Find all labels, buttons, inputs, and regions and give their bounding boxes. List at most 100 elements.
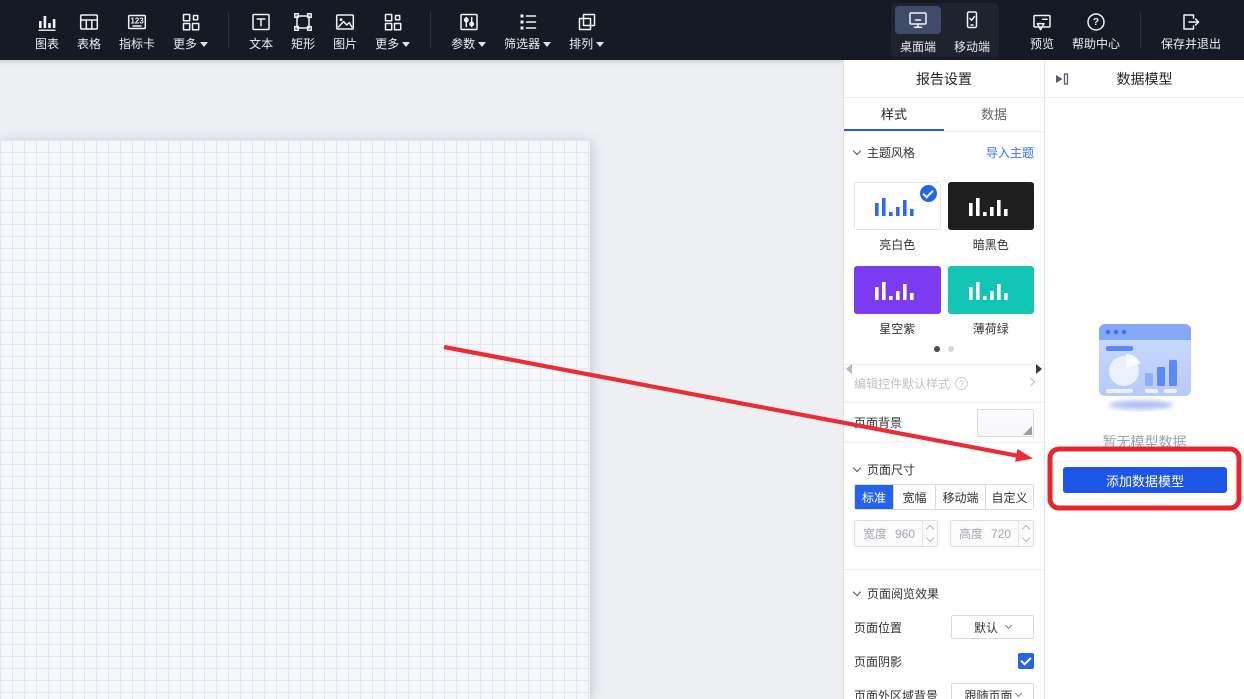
chevron-right-icon xyxy=(1027,378,1035,386)
image-icon xyxy=(334,11,356,33)
page-shadow-label: 页面阴影 xyxy=(854,653,902,670)
segment-wide[interactable]: 宽幅 xyxy=(893,485,935,509)
theme-name: 亮白色 xyxy=(854,236,941,253)
help-icon: ? xyxy=(1085,11,1107,33)
dropdown-caret-icon xyxy=(596,42,604,47)
stepper-down-icon[interactable] xyxy=(923,534,937,547)
app-root: 图表 表格 123 指标卡 更多 xyxy=(0,0,1244,699)
device-toggle-label: 桌面端 xyxy=(900,38,936,55)
parameter-icon xyxy=(458,11,480,33)
width-value: 960 xyxy=(895,527,922,541)
tab-data[interactable]: 数据 xyxy=(944,98,1044,131)
empty-model-illustration xyxy=(1095,318,1195,412)
width-stepper[interactable] xyxy=(922,521,937,546)
page-background-row: 页面背景 xyxy=(844,403,1044,443)
view-effect-section-header[interactable]: 页面阅览效果 xyxy=(854,583,1034,603)
theme-card-mint-green[interactable] xyxy=(948,266,1035,314)
bar-chart-icon xyxy=(36,11,58,33)
number-card-icon: 123 xyxy=(126,11,148,33)
desktop-icon xyxy=(895,6,941,34)
rectangle-icon xyxy=(292,11,314,33)
page-size-section-header[interactable]: 页面尺寸 xyxy=(854,459,1034,479)
toolbar-item-chart[interactable]: 图表 xyxy=(26,11,68,50)
add-data-model-button[interactable]: 添加数据模型 xyxy=(1063,467,1227,493)
arrange-icon xyxy=(576,11,598,33)
carousel-next-icon[interactable] xyxy=(1036,364,1042,374)
toolbar-item-arrange[interactable]: 排列 xyxy=(560,11,613,50)
edit-widget-default-style-label: 编辑控件默认样式 xyxy=(854,375,950,392)
toolbar-item-parameter[interactable]: 参数 xyxy=(442,11,495,50)
theme-card-bright-white[interactable] xyxy=(854,182,941,230)
outer-area-bg-label: 页面外区域背景 xyxy=(854,687,938,699)
toolbar-item-label: 排列 xyxy=(569,38,593,50)
import-theme-link[interactable]: 导入主题 xyxy=(986,144,1034,161)
toolbar-item-label: 筛选器 xyxy=(504,38,540,50)
toolbar-item-label: 保存并退出 xyxy=(1161,38,1221,50)
device-toggle-desktop[interactable]: 桌面端 xyxy=(891,3,945,57)
chevron-down-icon xyxy=(1014,690,1021,697)
svg-text:123: 123 xyxy=(130,16,144,25)
stepper-down-icon[interactable] xyxy=(1019,534,1033,547)
page-height-input[interactable]: 高度 720 xyxy=(950,520,1034,547)
segment-standard[interactable]: 标准 xyxy=(855,485,893,509)
toolbar-item-label: 图表 xyxy=(35,38,59,50)
page-size-segment: 标准 宽幅 移动端 自定义 xyxy=(854,484,1034,510)
page-shadow-checkbox[interactable] xyxy=(1018,653,1034,669)
text-icon xyxy=(250,11,272,33)
theme-section-header[interactable]: 主题风格 导入主题 xyxy=(854,142,1034,162)
chevron-down-icon xyxy=(853,463,861,471)
segment-custom[interactable]: 自定义 xyxy=(985,485,1033,509)
filter-icon xyxy=(517,11,539,33)
segment-mobile[interactable]: 移动端 xyxy=(935,485,985,509)
carousel-prev-icon[interactable] xyxy=(846,364,852,374)
preview-icon xyxy=(1031,11,1053,33)
toolbar-item-more-shapes[interactable]: 更多 xyxy=(366,11,419,50)
theme-thumb-bars xyxy=(871,194,923,218)
stepper-up-icon[interactable] xyxy=(1019,521,1033,534)
page-background-color-swatch[interactable] xyxy=(977,409,1034,437)
toolbar-item-label: 更多 xyxy=(375,38,399,50)
dropdown-caret-icon xyxy=(543,42,551,47)
carousel-dot[interactable] xyxy=(948,346,954,352)
carousel-dot[interactable] xyxy=(934,346,940,352)
toolbar-item-indicator-card[interactable]: 123 指标卡 xyxy=(110,11,164,50)
page-position-select[interactable]: 默认 xyxy=(951,615,1034,639)
collapse-panel-icon[interactable] xyxy=(1054,71,1070,87)
theme-thumb-bars xyxy=(965,194,1017,218)
edit-widget-default-style-row[interactable]: 编辑控件默认样式 ? xyxy=(844,365,1044,403)
theme-card-starry-purple[interactable] xyxy=(854,266,941,314)
width-label: 宽度 xyxy=(863,525,887,542)
toolbar-item-preview[interactable]: 预览 xyxy=(1021,11,1063,50)
theme-thumb-bars xyxy=(871,278,923,302)
stepper-up-icon[interactable] xyxy=(923,521,937,534)
height-stepper[interactable] xyxy=(1018,521,1033,546)
toolbar-item-help-center[interactable]: ? 帮助中心 xyxy=(1063,11,1129,50)
chevron-down-icon xyxy=(853,587,861,595)
toolbar-item-label: 表格 xyxy=(77,38,101,50)
toolbar-item-rectangle[interactable]: 矩形 xyxy=(282,11,324,50)
theme-card-dark-black[interactable] xyxy=(948,182,1034,230)
report-canvas-grid[interactable] xyxy=(0,140,590,699)
device-toggle-label: 移动端 xyxy=(954,38,990,55)
top-toolbar: 图表 表格 123 指标卡 更多 xyxy=(0,0,1244,60)
theme-name: 薄荷绿 xyxy=(948,320,1035,337)
toolbar-item-filter[interactable]: 筛选器 xyxy=(495,11,560,50)
toolbar-item-text[interactable]: 文本 xyxy=(240,11,282,50)
toolbar-item-image[interactable]: 图片 xyxy=(324,11,366,50)
toolbar-item-save-exit[interactable]: 保存并退出 xyxy=(1152,11,1230,50)
report-settings-panel: 报告设置 样式 数据 主题风格 导入主题 xyxy=(843,60,1044,699)
data-model-panel: 数据模型 暂无模型数据 添加数据模型 xyxy=(1044,60,1244,699)
settings-tabs: 样式 数据 xyxy=(844,98,1044,132)
toolbar-item-more-widgets[interactable]: 更多 xyxy=(164,11,217,50)
page-width-input[interactable]: 宽度 960 xyxy=(854,520,938,547)
empty-model-text: 暂无模型数据 xyxy=(1045,432,1244,452)
toolbar-item-table[interactable]: 表格 xyxy=(68,11,110,50)
device-toggle-mobile[interactable]: 移动端 xyxy=(945,3,999,57)
chevron-down-icon xyxy=(1005,622,1012,629)
height-label: 高度 xyxy=(959,525,983,542)
outer-area-bg-select[interactable]: 跟随页面 xyxy=(951,683,1034,699)
data-model-title: 数据模型 xyxy=(1117,69,1173,89)
height-value: 720 xyxy=(991,527,1018,541)
page-position-row: 页面位置 默认 xyxy=(854,615,1034,639)
tab-style[interactable]: 样式 xyxy=(844,98,944,131)
